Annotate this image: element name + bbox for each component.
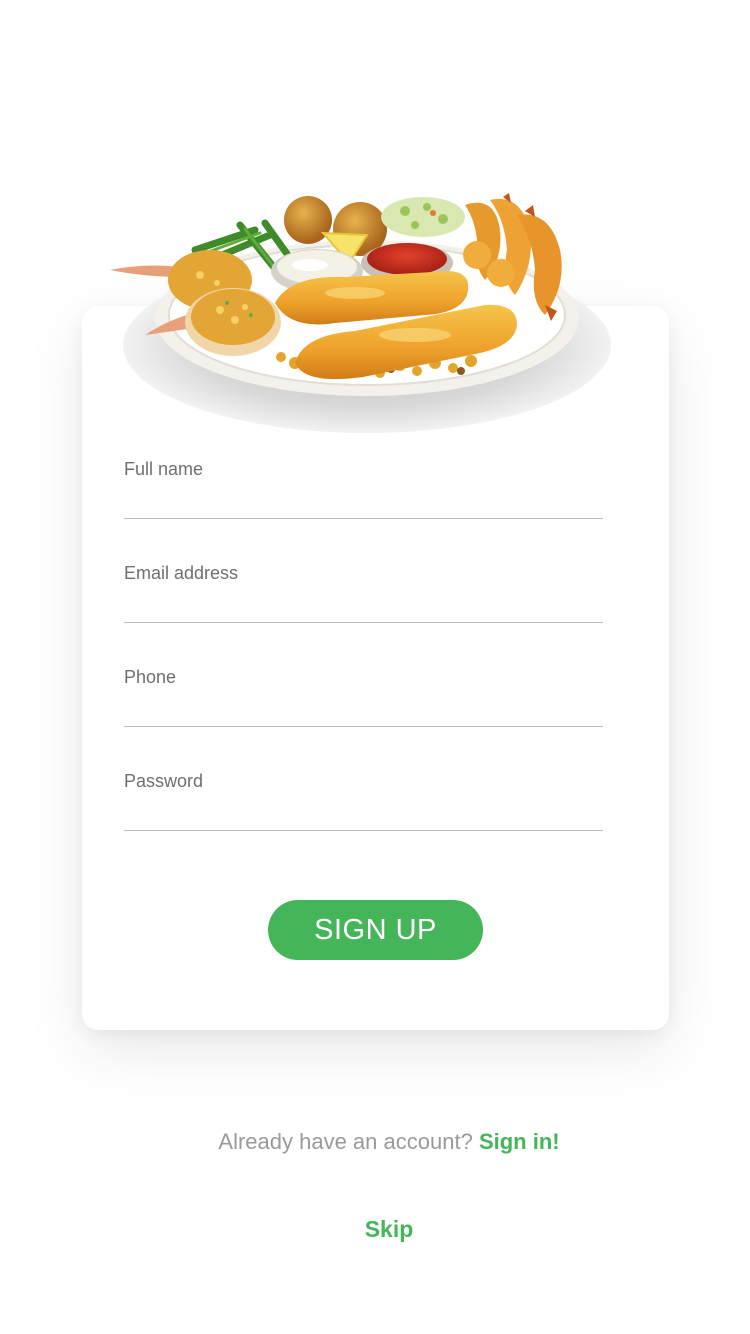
sign-in-prompt-row: Already have an account? Sign in! (0, 1127, 750, 1157)
full-name-field: Full name (124, 458, 603, 538)
email-label: Email address (124, 563, 239, 583)
password-label: Password (124, 771, 204, 791)
phone-field: Phone (124, 666, 603, 746)
sign-up-button[interactable]: SIGN UP (268, 900, 483, 960)
sign-in-prompt: Already have an account? (218, 1129, 473, 1154)
seafood-platter-icon (110, 193, 611, 433)
password-input[interactable] (124, 796, 603, 831)
email-field: Email address (124, 562, 603, 642)
full-name-input[interactable] (124, 484, 603, 519)
phone-label: Phone (124, 667, 177, 687)
phone-input[interactable] (124, 692, 603, 727)
password-field: Password (124, 770, 603, 850)
full-name-label: Full name (124, 459, 204, 479)
signup-screen: Full name Email address Phone Password S… (0, 0, 750, 1334)
skip-link[interactable]: Skip (0, 1216, 750, 1243)
email-input[interactable] (124, 588, 603, 623)
sign-in-link[interactable]: Sign in! (479, 1129, 560, 1154)
